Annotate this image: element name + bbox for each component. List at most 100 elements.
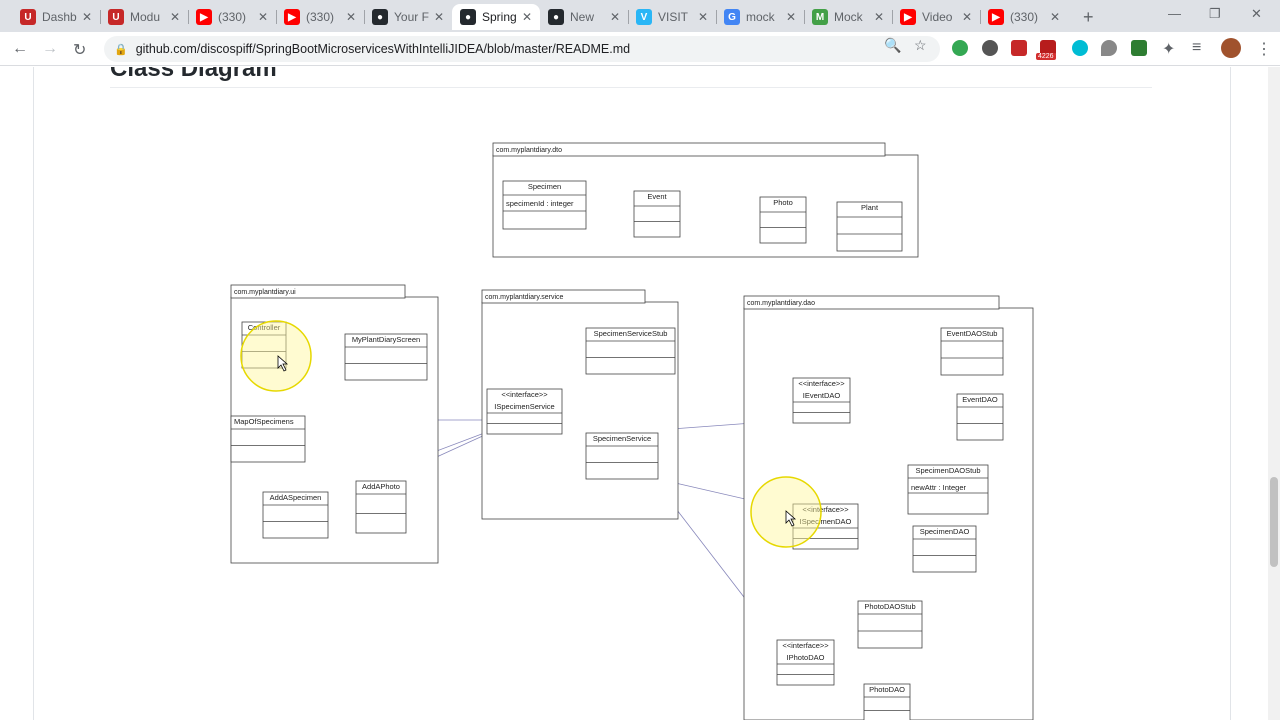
tab[interactable]: ● Your F ✕	[364, 4, 452, 30]
tab[interactable]: ● New ✕	[540, 4, 628, 30]
address-bar[interactable]: 🔒 github.com/discospiff/SpringBootMicros…	[104, 36, 940, 62]
class-name: Photo	[773, 198, 793, 207]
close-tab-icon[interactable]: ✕	[962, 10, 972, 24]
tab-label: (330)	[306, 10, 335, 24]
github-icon: ●	[372, 9, 388, 25]
class-stereotype: <<interface>>	[501, 390, 548, 399]
class-name: PhotoDAO	[869, 685, 905, 694]
pdf-extension-icon[interactable]	[1011, 40, 1027, 56]
close-tab-icon[interactable]: ✕	[698, 10, 708, 24]
class-name: AddAPhoto	[362, 482, 400, 491]
close-tab-icon[interactable]: ✕	[610, 10, 620, 24]
class-name: ISpecimenService	[494, 402, 554, 411]
reload-icon[interactable]: ↻	[73, 40, 86, 60]
close-window-icon[interactable]: ✕	[1251, 6, 1262, 22]
tab[interactable]: V VISIT ✕	[628, 4, 716, 30]
close-tab-icon[interactable]: ✕	[346, 10, 356, 24]
readme-border	[1230, 67, 1231, 720]
scrollbar-thumb[interactable]	[1270, 477, 1278, 567]
minimize-icon[interactable]: —	[1168, 6, 1181, 21]
scrollbar[interactable]	[1268, 67, 1280, 720]
bookmark-star-icon[interactable]: ☆	[914, 37, 927, 54]
zoom-icon[interactable]: 🔍	[884, 37, 901, 54]
tab-separator	[892, 10, 893, 24]
tab[interactable]: ▶ (330) ✕	[276, 4, 364, 30]
tab-separator	[364, 10, 365, 24]
restore-icon[interactable]: ❐	[1209, 6, 1221, 22]
tab[interactable]: ▶ (330) ✕	[980, 4, 1068, 30]
package-ui-label: com.myplantdiary.ui	[234, 289, 296, 296]
extension-icon[interactable]	[1131, 40, 1147, 56]
tab-label: New	[570, 10, 595, 24]
class-name: AddASpecimen	[270, 493, 322, 502]
package-dao-label: com.myplantdiary.dao	[747, 300, 815, 307]
extension-icon[interactable]	[1072, 40, 1088, 56]
tab[interactable]: U Dashb ✕	[12, 4, 100, 30]
extension-icon[interactable]	[982, 40, 998, 56]
class-name: MapOfSpecimens	[234, 417, 294, 426]
location-extension-icon[interactable]	[1101, 40, 1117, 56]
class-name: SpecimenServiceStub	[594, 329, 668, 338]
class-name: Specimen	[528, 182, 561, 191]
tab-separator	[100, 10, 101, 24]
menu-icon[interactable]: ⋮	[1256, 39, 1272, 59]
class-attribute: specimenId : integer	[506, 199, 574, 208]
close-tab-icon[interactable]: ✕	[170, 10, 180, 24]
visit-icon: V	[636, 9, 652, 25]
avatar[interactable]	[1221, 38, 1241, 58]
class-name: EventDAO	[962, 395, 998, 404]
tab[interactable]: U Modu ✕	[100, 4, 188, 30]
class-stereotype: <<interface>>	[798, 379, 845, 388]
close-tab-icon[interactable]: ✕	[786, 10, 796, 24]
class-name: MyPlantDiaryScreen	[352, 335, 420, 344]
class-diagram: <<realize>><<realize>><<realize>><<reali…	[230, 142, 1034, 720]
tab-separator	[628, 10, 629, 24]
forward-icon[interactable]: →	[42, 40, 58, 58]
new-tab-button[interactable]: +	[1083, 7, 1094, 28]
lock-icon: 🔒	[114, 43, 128, 56]
github-icon: ●	[460, 9, 476, 25]
class-stereotype: <<interface>>	[782, 641, 829, 650]
tab[interactable]: M Mock ✕	[804, 4, 892, 30]
close-tab-icon[interactable]: ✕	[522, 10, 532, 24]
tab[interactable]: ▶ Video ✕	[892, 4, 980, 30]
github-icon: ●	[548, 9, 564, 25]
tab-label: (330)	[218, 10, 247, 24]
class-name: EventDAOStub	[947, 329, 998, 338]
puzzle-icon[interactable]: ✦	[1162, 39, 1175, 59]
youtube-icon: ▶	[988, 9, 1004, 25]
browser-toolbar: ← → ↻ 🔒 github.com/discospiff/SpringBoot…	[0, 32, 1280, 66]
google-icon: G	[724, 9, 740, 25]
class-name: SpecimenDAOStub	[915, 466, 980, 475]
close-tab-icon[interactable]: ✕	[258, 10, 268, 24]
tab-separator	[276, 10, 277, 24]
tab-separator	[980, 10, 981, 24]
close-tab-icon[interactable]: ✕	[434, 10, 444, 24]
extension-icon[interactable]	[952, 40, 968, 56]
youtube-icon: ▶	[196, 9, 212, 25]
close-tab-icon[interactable]: ✕	[1050, 10, 1060, 24]
tab[interactable]: ▶ (330) ✕	[188, 4, 276, 30]
canvas-icon: U	[108, 9, 124, 25]
playlist-icon[interactable]: ≡	[1192, 39, 1201, 57]
class-attribute: newAttr : Integer	[911, 483, 967, 492]
tab-label: Dashb	[42, 10, 77, 24]
close-tab-icon[interactable]: ✕	[82, 10, 92, 24]
back-icon[interactable]: ←	[12, 40, 28, 58]
tab-separator	[188, 10, 189, 24]
tab-label: (330)	[1010, 10, 1039, 24]
close-tab-icon[interactable]: ✕	[874, 10, 884, 24]
class-name: SpecimenDAO	[920, 527, 970, 536]
class-name: Plant	[861, 203, 879, 212]
class-name: PhotoDAOStub	[864, 602, 915, 611]
tab[interactable]: Gmock ✕	[716, 4, 804, 30]
tab-separator	[804, 10, 805, 24]
tab-label: Video	[922, 10, 953, 24]
youtube-icon: ▶	[900, 9, 916, 25]
class-name: IPhotoDAO	[787, 653, 825, 662]
package-service-label: com.myplantdiary.service	[485, 294, 564, 301]
tab-label: Mock	[834, 10, 863, 24]
tab[interactable]: ● Spring ✕	[452, 4, 540, 30]
page-content: Class Diagram <<realize>><<realize>><<re…	[0, 67, 1268, 720]
tab-label: Spring	[482, 10, 517, 24]
